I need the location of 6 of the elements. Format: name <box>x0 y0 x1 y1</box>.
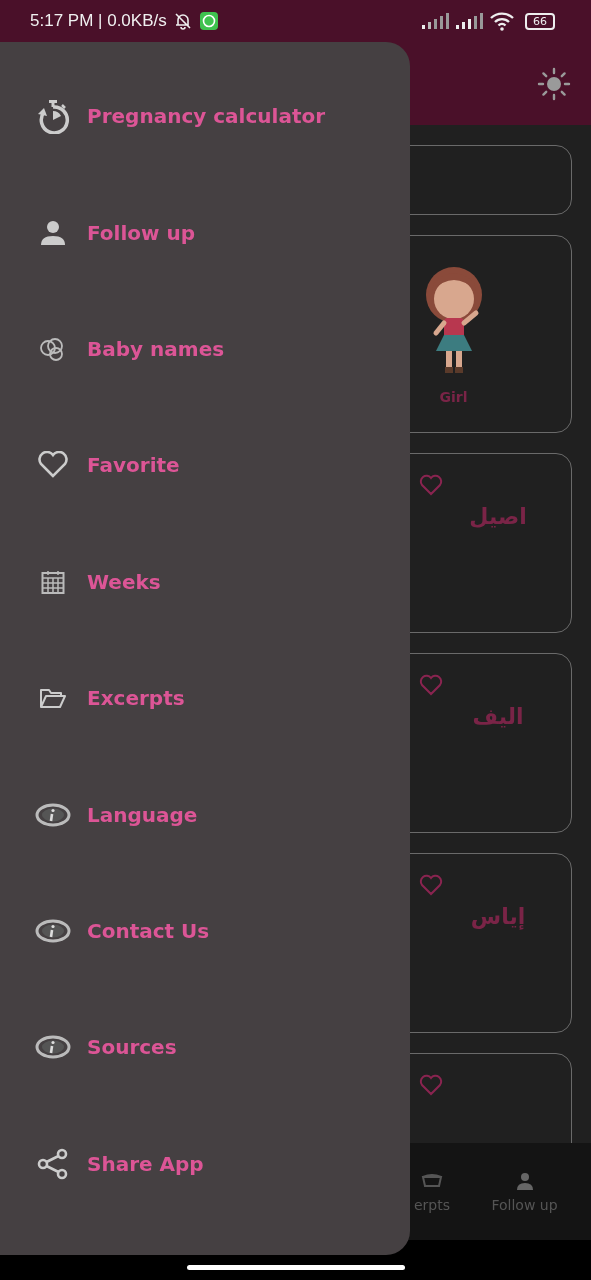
battery-indicator: 66 <box>525 12 555 30</box>
baby-name: إياس <box>469 904 526 929</box>
baby-name: اليف <box>471 704 524 729</box>
baby-name: اصيل <box>468 504 527 529</box>
gender-label: Girl <box>439 389 468 405</box>
status-time: 5:17 PM | 0.0KB/s <box>30 11 167 31</box>
